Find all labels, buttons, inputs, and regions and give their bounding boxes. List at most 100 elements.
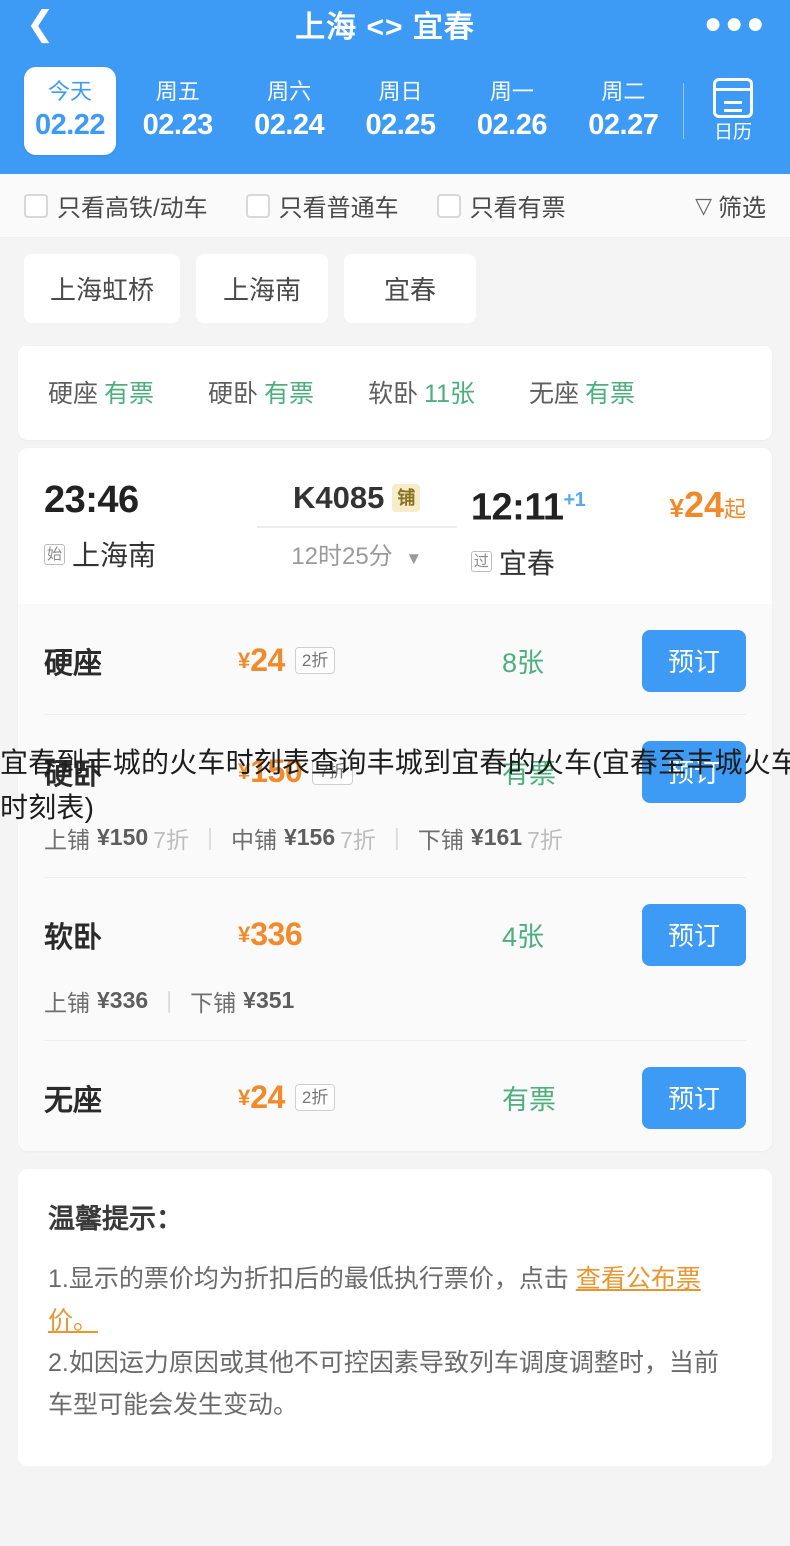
arrival-time-label: 12:11 (470, 486, 564, 529)
price-suffix: 起 (723, 497, 746, 522)
filter-label: 只看普通车 (278, 195, 399, 222)
currency-symbol: ¥ (238, 647, 251, 673)
seat-main: 硬座 ¥24 2折 8张 预订 (44, 629, 746, 692)
availability-label: 无座 (529, 380, 580, 408)
bed-price: ¥336 (97, 987, 149, 1014)
bed-price: ¥351 (243, 987, 295, 1014)
date-tab-1[interactable]: 周五 02.23 (122, 67, 233, 155)
departure-station: 始 上海南 (44, 534, 243, 574)
back-icon[interactable]: ❮ (26, 7, 66, 41)
seat-row-softsleeper: 软卧 ¥336 4张 预订 上铺 ¥336 | 下铺 ¥351 (44, 876, 746, 1040)
availability-value: 11张 (424, 380, 476, 408)
bed-name: 上铺 (44, 989, 90, 1016)
tips-line-1: 1.显示的票价均为折扣后的最低执行票价，点击 查看公布票价。 (48, 1258, 742, 1342)
availability-label: 硬卧 (208, 380, 259, 408)
seat-class-name: 无座 (44, 1084, 103, 1117)
station-chip-2[interactable]: 宜春 (344, 254, 477, 323)
availability-label: 硬座 (48, 380, 99, 408)
bed-price-list: 上铺 ¥336 | 下铺 ¥351 (44, 984, 746, 1018)
availability-value: 有票 (264, 380, 315, 408)
seat-class-list: 硬座 ¥24 2折 8张 预订 硬卧 ¥150 7折 有票 预订 上铺 ¥150… (18, 603, 772, 1151)
date-tab-5[interactable]: 周二 02.27 (568, 67, 679, 155)
date-tab-0[interactable]: 今天 02.22 (24, 67, 116, 155)
chevron-down-icon[interactable]: ▼ (405, 549, 422, 568)
filter-checkbox-available[interactable]: 只看有票 (436, 188, 566, 223)
seat-class-name: 软卧 (44, 921, 103, 954)
calendar-button[interactable]: 日历 (694, 78, 772, 144)
seat-ticket-count: 8张 (502, 648, 545, 679)
date-week-label: 周一 (489, 79, 534, 104)
tips-card: 温馨提示： 1.显示的票价均为折扣后的最低执行票价，点击 查看公布票价。 2.如… (18, 1168, 772, 1466)
date-week-label: 周二 (601, 79, 646, 104)
train-code-block: K4085 铺 12时25分 ▼ (243, 478, 471, 571)
calendar-icon (713, 78, 754, 118)
filter-bar: 只看高铁/动车 只看普通车 只看有票 ▽ 筛选 (0, 174, 790, 238)
date-number-label: 02.27 (588, 109, 659, 141)
seat-price: ¥24 2折 (238, 1079, 470, 1116)
train-number-label: K4085 (293, 480, 385, 515)
checkbox-icon[interactable] (24, 193, 48, 218)
price-amount: 24 (250, 1079, 285, 1116)
availability-item-softsleeper: 软卧 11张 (368, 374, 475, 410)
availability-row: 硬座 有票 硬卧 有票 软卧 11张 无座 有票 (18, 345, 772, 440)
date-tab-2[interactable]: 周六 02.24 (233, 67, 344, 155)
date-week-label: 周五 (155, 79, 200, 104)
lowest-price: ¥24起 (669, 478, 746, 526)
funnel-icon: ▽ (695, 192, 712, 218)
checkbox-icon[interactable] (245, 193, 270, 218)
day-offset-badge: +1 (563, 489, 586, 511)
currency-symbol: ¥ (669, 493, 684, 523)
trip-duration[interactable]: 12时25分 ▼ (243, 536, 471, 571)
availability-value: 有票 (585, 380, 636, 408)
arrival-station-name: 宜春 (498, 547, 555, 579)
station-chip-1[interactable]: 上海南 (196, 254, 329, 323)
sleeper-badge-icon: 铺 (392, 484, 421, 512)
tips-text-before: 1.显示的票价均为折扣后的最低执行票价，点击 (48, 1264, 576, 1293)
checkbox-icon[interactable] (436, 193, 461, 218)
station-chip-0[interactable]: 上海虹桥 (24, 254, 181, 323)
station-chip-list: 上海虹桥 上海南 宜春 (0, 238, 790, 337)
page-title: 上海 <> 宜春 (295, 11, 475, 44)
date-selector: 今天 02.22 周五 02.23 周六 02.24 周日 02.25 周一 0… (0, 48, 790, 168)
seat-row-standing: 无座 ¥24 2折 有票 预订 (44, 1039, 746, 1151)
passing-badge-icon: 过 (470, 551, 492, 573)
filter-sort-label: 筛选 (718, 195, 766, 222)
availability-item-hardseat: 硬座 有票 (48, 374, 154, 410)
departure-station-name: 上海南 (72, 540, 157, 571)
overlay-watermark-text: 宜春到丰城的火车时刻表查询丰城到宜春的火车(宜春至丰城火车时刻表) (0, 747, 790, 823)
filter-checkbox-hsr[interactable]: 只看高铁/动车 (24, 188, 208, 223)
filter-checkbox-normal[interactable]: 只看普通车 (245, 188, 399, 223)
tips-text-after: 。 (73, 1306, 99, 1335)
filter-label: 只看有票 (469, 195, 566, 222)
seat-ticket-count: 4张 (502, 922, 545, 953)
date-number-label: 02.23 (142, 109, 214, 141)
arrival-time: 12:11+1 (471, 478, 670, 530)
tips-line-2: 2.如因运力原因或其他不可控因素导致列车调度调整时，当前车型可能会发生变动。 (48, 1348, 719, 1419)
seat-ticket-count: 有票 (502, 1085, 556, 1116)
departure-block: 23:46 始 上海南 (44, 478, 243, 574)
date-number-label: 02.25 (365, 109, 436, 141)
calendar-label: 日历 (714, 122, 753, 143)
train-header[interactable]: 23:46 始 上海南 K4085 铺 12时25分 ▼ 12:11+1 过 宜… (18, 448, 772, 604)
date-number-label: 02.26 (476, 109, 548, 141)
book-button-standing[interactable]: 预订 (642, 1066, 746, 1129)
arrival-station: 过 宜春 (470, 542, 670, 582)
book-button-softsleeper[interactable]: 预订 (642, 903, 746, 966)
divider (683, 83, 685, 139)
date-week-label: 周日 (378, 79, 423, 104)
arrival-block: 12:11+1 过 宜春 (470, 478, 670, 582)
price-amount: 336 (250, 916, 303, 953)
seat-main: 软卧 ¥336 4张 预订 (44, 903, 746, 966)
duration-label: 12时25分 (291, 543, 393, 570)
filter-sort-button[interactable]: ▽ 筛选 (695, 188, 766, 223)
seat-main: 无座 ¥24 2折 有票 预订 (44, 1066, 746, 1129)
availability-card: 硬座 有票 硬卧 有票 软卧 11张 无座 有票 (18, 345, 772, 440)
app-header: ❮ 上海 <> 宜春 ●●● 今天 02.22 周五 02.23 周六 02.2… (0, 0, 790, 174)
currency-symbol: ¥ (238, 921, 251, 947)
train-search-page: ❮ 上海 <> 宜春 ●●● 今天 02.22 周五 02.23 周六 02.2… (0, 0, 790, 1546)
date-tab-4[interactable]: 周一 02.26 (456, 67, 567, 155)
date-tab-3[interactable]: 周日 02.25 (345, 67, 456, 155)
book-button-hardseat[interactable]: 预订 (642, 629, 746, 692)
divider: | (166, 987, 173, 1014)
more-options-icon[interactable]: ●●● (704, 9, 764, 39)
